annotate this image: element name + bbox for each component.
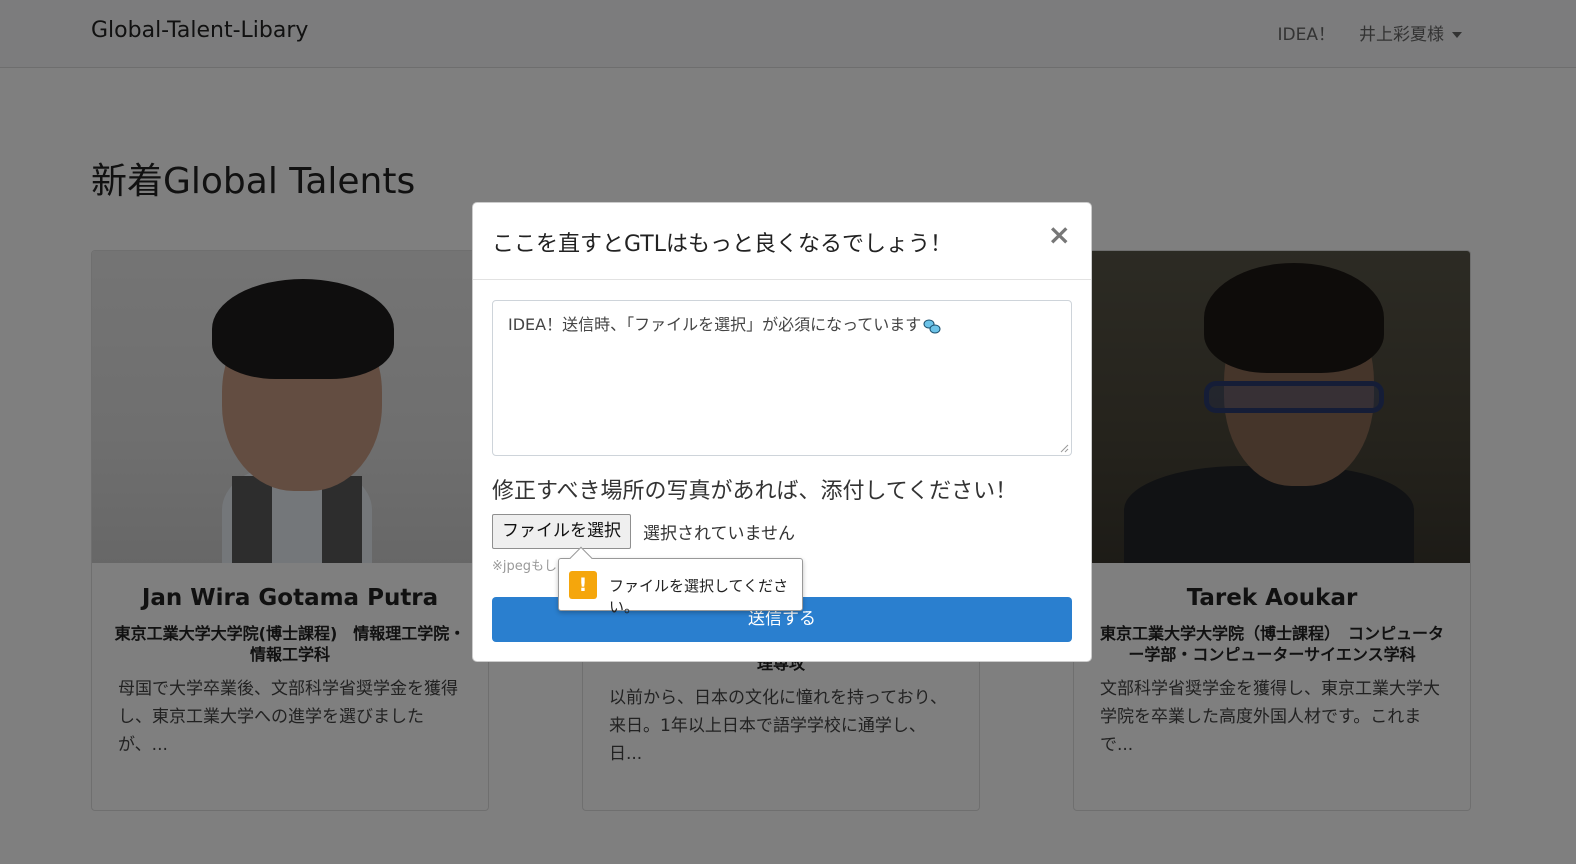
idea-textarea[interactable]: IDEA！送信時、「ファイルを選択」が必須になっています bbox=[492, 300, 1072, 456]
close-button[interactable]: × bbox=[1048, 221, 1071, 249]
file-status: 選択されていません bbox=[643, 524, 795, 544]
file-select-button[interactable]: ファイルを選択 bbox=[492, 514, 631, 549]
sweat-drops-icon bbox=[923, 318, 941, 334]
upload-label: 修正すべき場所の写真があれば、添付してください！ bbox=[492, 479, 1018, 504]
warning-icon: ! bbox=[569, 571, 597, 599]
tooltip-message: ファイルを選択してください。 bbox=[609, 577, 789, 616]
modal-header: ここを直すとGTLはもっと良くなるでしょう！ × bbox=[473, 203, 1091, 280]
textarea-value: IDEA！送信時、「ファイルを選択」が必須になっています bbox=[508, 315, 922, 334]
resize-grip-icon[interactable] bbox=[1059, 443, 1069, 453]
file-hint: ※jpegもし bbox=[492, 559, 558, 574]
validation-tooltip: ! ファイルを選択してください。 bbox=[558, 546, 803, 616]
modal-title: ここを直すとGTLはもっと良くなるでしょう！ bbox=[492, 232, 952, 257]
